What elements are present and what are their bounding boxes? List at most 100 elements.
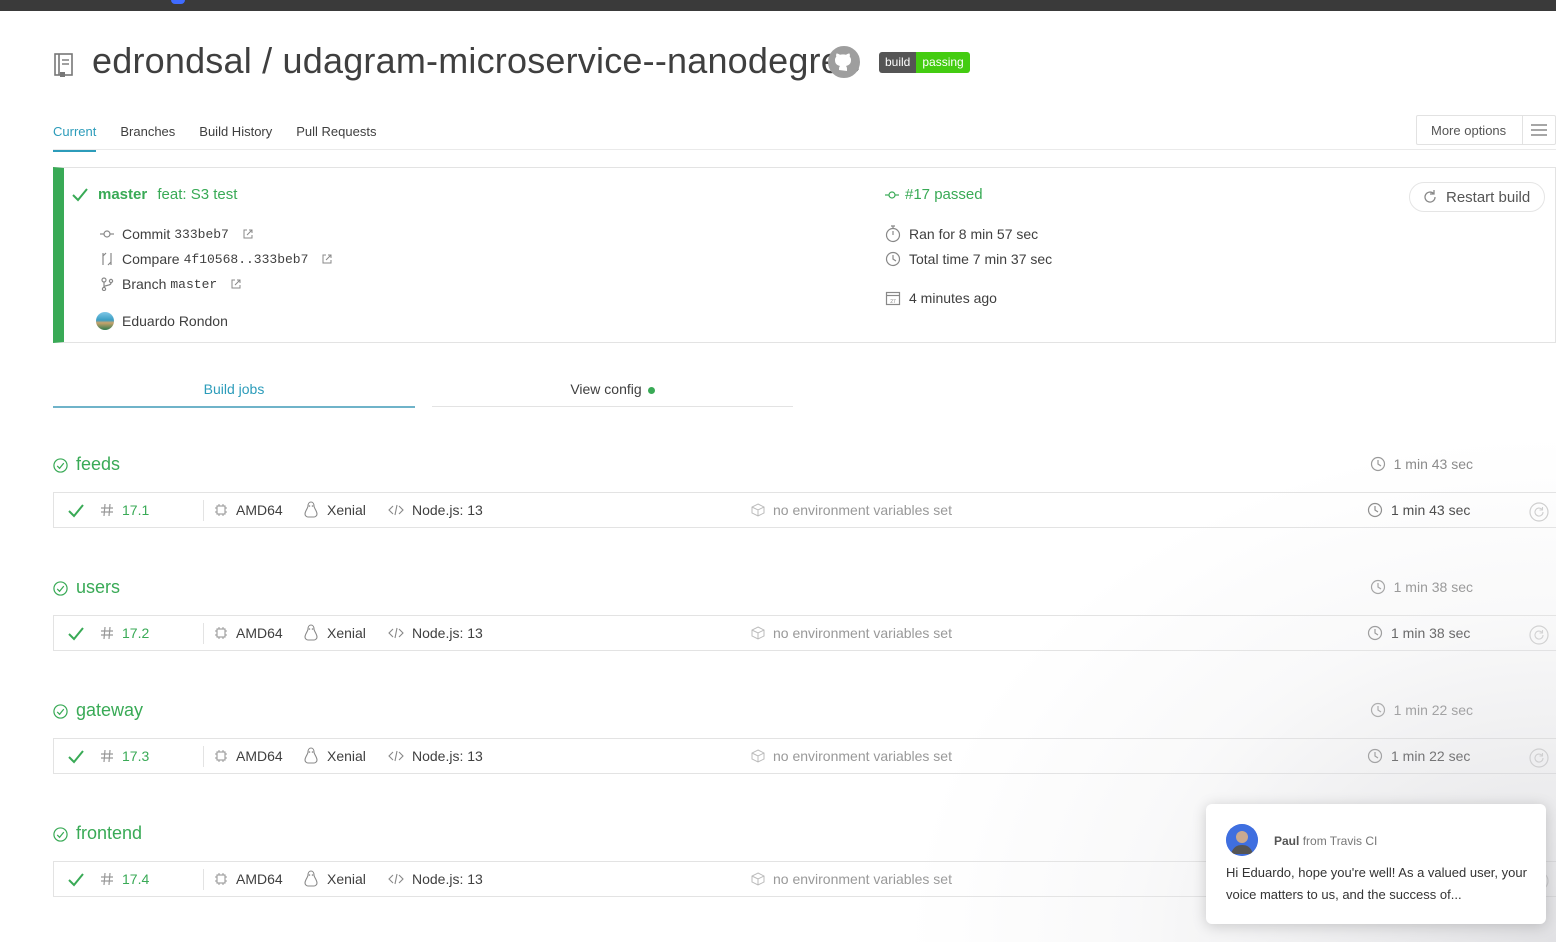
repo-tabs: Current Branches Build History Pull Requ… — [53, 124, 376, 152]
job-row[interactable]: 17.2 AMD64 Xenial Node.js: 13 no environment… — [53, 615, 1556, 651]
job-arch: AMD64 — [214, 748, 283, 764]
job-number[interactable]: 17.4 — [100, 871, 149, 887]
job-group-header: feeds 1 min 43 sec — [53, 454, 1473, 478]
job-arch-text: AMD64 — [236, 625, 283, 641]
job-language: Node.js: 13 — [388, 625, 483, 641]
job-env: no environment variables set — [751, 748, 952, 764]
linux-icon — [304, 624, 318, 641]
tab-branches[interactable]: Branches — [120, 124, 175, 152]
job-language: Node.js: 13 — [388, 502, 483, 518]
job-number[interactable]: 17.2 — [100, 625, 149, 641]
tab-build-jobs[interactable]: Build jobs — [53, 381, 415, 397]
total-time-row: Total time 7 min 37 sec — [885, 251, 1052, 267]
box-icon — [751, 872, 765, 886]
job-os: Xenial — [303, 624, 366, 642]
author-name: Eduardo Rondon — [122, 313, 228, 329]
tab-build-history[interactable]: Build History — [199, 124, 272, 152]
job-row[interactable]: 17.1 AMD64 Xenial Node.js: 13 no environment… — [53, 492, 1556, 528]
restart-job-icon[interactable] — [1529, 748, 1549, 768]
commit-hash-link[interactable]: 333beb7 — [174, 227, 229, 242]
chat-avatar — [1226, 824, 1258, 856]
build-jobs-underline — [53, 406, 415, 408]
repository-icon — [54, 53, 73, 77]
job-language-text: Node.js: 13 — [412, 871, 483, 887]
top-bar-indicator — [171, 0, 185, 4]
ran-for-row: Ran for 8 min 57 sec — [885, 225, 1038, 243]
job-row-separator — [203, 869, 204, 890]
job-group-duration-text: 1 min 38 sec — [1393, 579, 1473, 595]
job-language-text: Node.js: 13 — [412, 625, 483, 641]
job-language: Node.js: 13 — [388, 748, 483, 764]
job-env: no environment variables set — [751, 871, 952, 887]
ran-for-text: Ran for 8 min 57 sec — [909, 226, 1039, 242]
branch-name-link[interactable]: master — [170, 277, 217, 292]
repo-name-link[interactable]: udagram-microservice--nanodegree — [283, 40, 862, 81]
build-number-status[interactable]: #17 passed — [905, 186, 983, 203]
job-duration-text: 1 min 43 sec — [1391, 502, 1471, 518]
job-os-text: Xenial — [327, 871, 366, 887]
repo-owner-link[interactable]: edrondsal — [92, 40, 252, 81]
external-link-icon[interactable] — [322, 254, 332, 264]
github-icon[interactable] — [828, 46, 860, 78]
job-arch-text: AMD64 — [236, 502, 283, 518]
job-group-name[interactable]: frontend — [76, 823, 142, 844]
build-status-badge[interactable]: build passing — [879, 52, 970, 73]
code-icon — [388, 873, 404, 885]
job-duration: 1 min 38 sec — [1367, 625, 1470, 641]
job-arch: AMD64 — [214, 625, 283, 641]
job-os: Xenial — [303, 747, 366, 765]
tab-pull-requests[interactable]: Pull Requests — [296, 124, 376, 152]
job-os-text: Xenial — [327, 502, 366, 518]
restart-job-icon[interactable] — [1529, 625, 1549, 645]
passed-circle-icon — [53, 458, 68, 473]
job-number[interactable]: 17.1 — [100, 502, 149, 518]
job-row[interactable]: 17.3 AMD64 Xenial Node.js: 13 no environment… — [53, 738, 1556, 774]
box-icon — [751, 503, 765, 517]
build-branch-link[interactable]: master — [98, 186, 147, 203]
chat-sender-name: Paul — [1274, 834, 1300, 848]
job-arch-text: AMD64 — [236, 748, 283, 764]
job-group-name[interactable]: users — [76, 577, 120, 598]
code-icon — [388, 750, 404, 762]
job-group-duration-text: 1 min 22 sec — [1393, 702, 1473, 718]
chat-popup[interactable]: Paul from Travis CI Hi Eduardo, hope you… — [1206, 804, 1546, 924]
passed-circle-icon — [53, 581, 68, 596]
compare-label: Compare — [122, 251, 180, 267]
job-language: Node.js: 13 — [388, 871, 483, 887]
compare-range-link[interactable]: 4f10568..333beb7 — [184, 252, 309, 267]
tab-current[interactable]: Current — [53, 124, 97, 152]
job-row-separator — [203, 746, 204, 767]
hash-icon — [101, 749, 113, 763]
hash-icon — [101, 626, 113, 640]
external-link-icon[interactable] — [231, 279, 241, 289]
tab-view-config[interactable]: View config — [432, 381, 793, 397]
clock-icon — [1367, 625, 1383, 641]
job-number[interactable]: 17.3 — [100, 748, 149, 764]
passed-check-icon — [68, 873, 84, 887]
job-group-duration: 1 min 22 sec — [1370, 702, 1473, 718]
restart-job-icon[interactable] — [1529, 502, 1549, 522]
cpu-icon — [215, 504, 227, 516]
restart-build-button[interactable]: Restart build — [1409, 182, 1545, 212]
commit-label: Commit — [122, 226, 171, 242]
job-arch: AMD64 — [214, 871, 283, 887]
repository-title: edrondsal / udagram-microservice--nanode… — [92, 40, 861, 82]
badge-label: build — [879, 52, 917, 73]
job-language-text: Node.js: 13 — [412, 502, 483, 518]
passed-circle-icon — [53, 704, 68, 719]
more-options-button[interactable]: More options — [1416, 115, 1556, 145]
cpu-icon — [215, 873, 227, 885]
hash-icon — [101, 872, 113, 886]
job-group-name[interactable]: gateway — [76, 700, 143, 721]
commit-icon — [885, 190, 899, 199]
job-duration: 1 min 22 sec — [1367, 748, 1470, 764]
job-duration-text: 1 min 38 sec — [1391, 625, 1471, 641]
job-group-name[interactable]: feeds — [76, 454, 120, 475]
hash-icon — [101, 503, 113, 517]
external-link-icon[interactable] — [243, 229, 253, 239]
job-duration: 1 min 43 sec — [1367, 502, 1470, 518]
job-env: no environment variables set — [751, 625, 952, 641]
job-os: Xenial — [303, 870, 366, 888]
clock-icon — [1370, 579, 1385, 595]
code-icon — [388, 627, 404, 639]
